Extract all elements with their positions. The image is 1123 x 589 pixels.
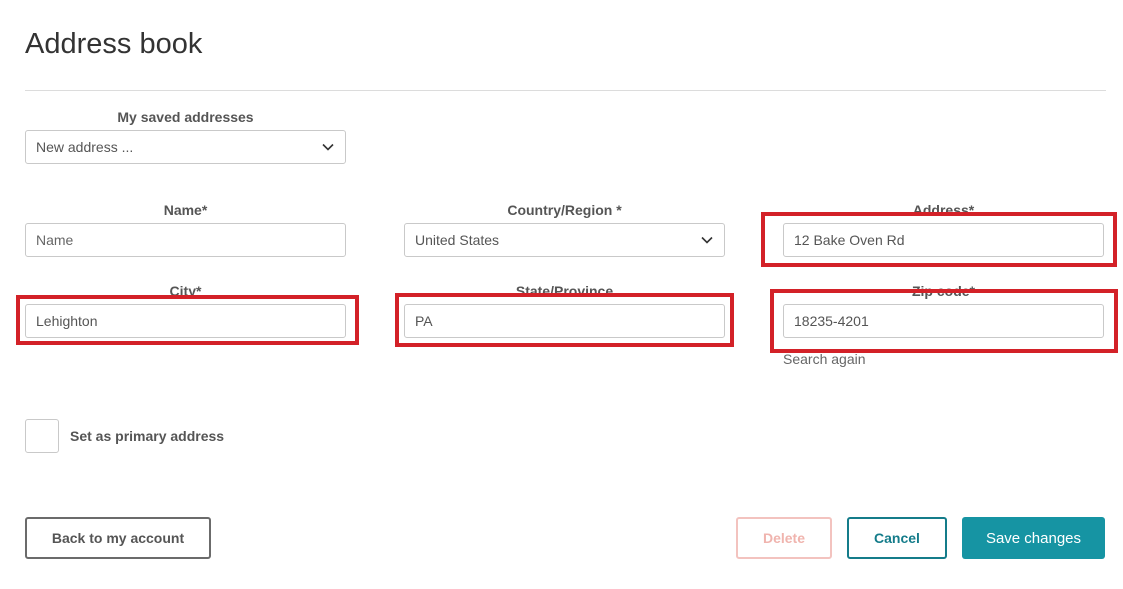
cancel-button[interactable]: Cancel [847, 517, 947, 559]
chevron-down-icon [321, 140, 335, 154]
name-label: Name* [163, 202, 208, 218]
primary-address-checkbox[interactable] [25, 419, 59, 453]
saved-addresses-label: My saved addresses [117, 109, 254, 125]
saved-addresses-select[interactable]: New address ... [25, 130, 346, 164]
highlight-city [16, 295, 359, 345]
name-placeholder: Name [36, 232, 74, 248]
chevron-down-icon [700, 233, 714, 247]
highlight-zip [770, 289, 1118, 353]
saved-addresses-value: New address ... [36, 139, 134, 155]
delete-button[interactable]: Delete [736, 517, 832, 559]
name-field[interactable]: Name [25, 223, 346, 257]
back-to-account-button[interactable]: Back to my account [25, 517, 211, 559]
divider [25, 90, 1106, 91]
country-label: Country/Region * [507, 202, 622, 218]
primary-address-label: Set as primary address [70, 428, 225, 444]
highlight-state [395, 293, 734, 347]
highlight-address [761, 212, 1117, 267]
page-title: Address book [25, 28, 203, 60]
country-value: United States [415, 232, 500, 248]
save-changes-button[interactable]: Save changes [962, 517, 1105, 559]
country-select[interactable]: United States [404, 223, 725, 257]
search-again-link[interactable]: Search again [783, 351, 866, 367]
